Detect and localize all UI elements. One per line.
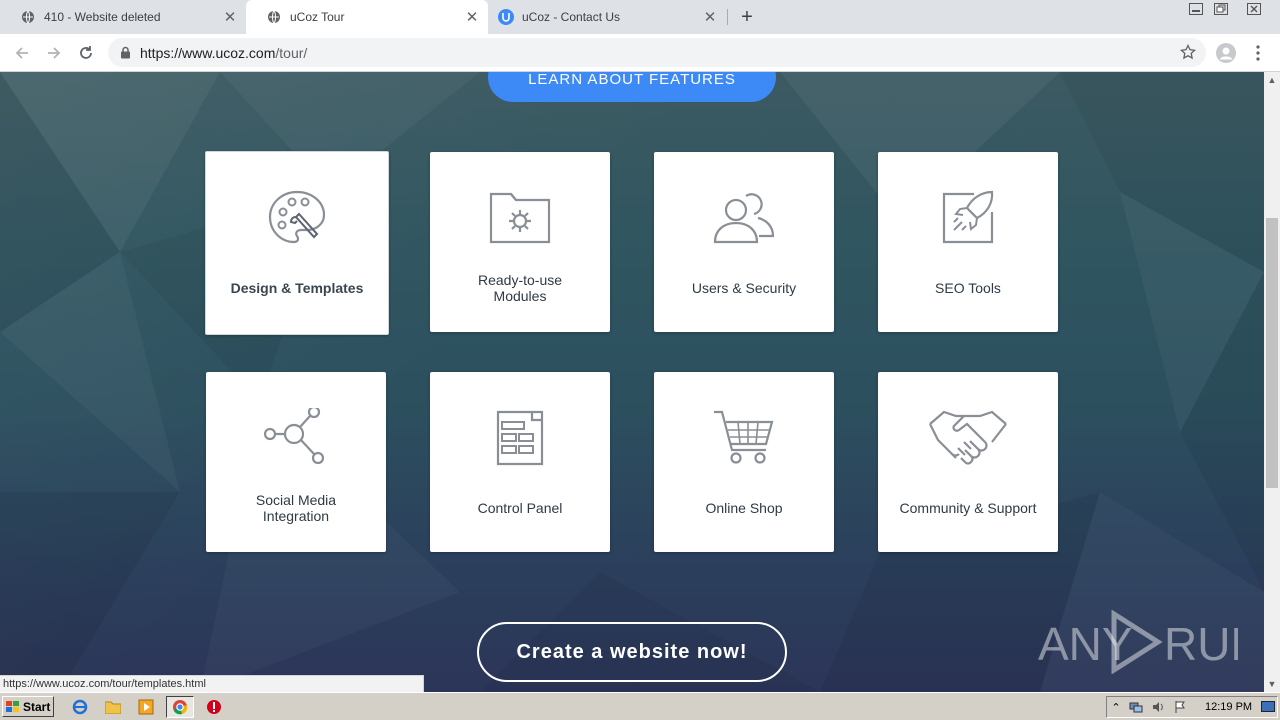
action-center-flag-icon[interactable] [1173,700,1187,714]
globe-icon [266,9,282,25]
globe-icon [20,9,36,25]
tab-ucoz-contact[interactable]: uCoz - Contact Us ✕ [488,0,726,34]
watermark-run: RUN [1164,618,1238,670]
show-desktop-icon[interactable] [1261,700,1275,714]
tab-title: uCoz Tour [290,10,345,24]
vertical-scrollbar[interactable]: ▲ ▼ [1264,72,1280,692]
tab-website-deleted[interactable]: 410 - Website deleted ✕ [0,0,246,34]
feature-card-modules[interactable]: Ready-to-use Modules [430,152,610,332]
feature-label: Control Panel [477,500,563,516]
feature-card-design-templates[interactable]: Design & Templates [205,151,389,335]
feature-label: SEO Tools [935,280,1001,296]
url-text: https://www.ucoz.com/tour/ [140,45,307,61]
stop-icon[interactable] [205,698,223,716]
back-arrow-icon[interactable] [10,41,34,65]
scroll-up-icon[interactable]: ▲ [1264,72,1280,88]
network-icon[interactable] [1129,700,1143,714]
feature-label: Design & Templates [230,280,364,296]
feature-label: Ready-to-use Modules [477,272,563,304]
scrollbar-thumb[interactable] [1266,218,1278,488]
profile-avatar-icon[interactable] [1214,41,1238,65]
reload-icon[interactable] [74,41,98,65]
chrome-taskbar-icon[interactable] [166,696,194,718]
learn-about-features-button[interactable]: LEARN ABOUT FEATURES [488,72,776,102]
low-poly-background [0,72,1264,692]
start-button[interactable]: Start [2,696,54,717]
users-icon [713,193,775,244]
media-player-icon[interactable] [137,698,155,716]
control-panel-icon [496,410,544,466]
minimize-icon[interactable] [1184,0,1208,18]
ie-icon[interactable] [71,698,89,716]
forward-arrow-icon[interactable] [42,41,66,65]
anyrun-watermark-logo: ANY RUN [1038,610,1238,674]
watermark-any: ANY [1038,618,1133,670]
feature-label: Community & Support [899,500,1037,516]
feature-label: Social Media Integration [255,492,337,524]
new-tab-button[interactable]: + [736,6,758,28]
tab-close-icon[interactable]: ✕ [702,9,718,26]
feature-card-social-media[interactable]: Social Media Integration [206,372,386,552]
browser-toolbar: https://www.ucoz.com/tour/ [0,34,1280,72]
lock-icon [120,46,134,60]
palette-icon [268,190,326,244]
url-path: /tour/ [275,44,308,61]
address-bar[interactable]: https://www.ucoz.com/tour/ [108,38,1206,67]
windows-flag-icon [6,700,19,712]
menu-dots-icon[interactable] [1246,41,1270,65]
tab-ucoz-tour[interactable]: uCoz Tour ✕ [246,0,488,34]
tab-strip: 410 - Website deleted ✕ uCoz Tour ✕ uCoz… [0,0,1280,34]
volume-icon[interactable] [1151,700,1165,714]
clock: 12:19 PM [1205,701,1253,713]
page-viewport: LEARN ABOUT FEATURES Design & Templates … [0,72,1264,692]
start-label: Start [23,699,51,714]
feature-card-control-panel[interactable]: Control Panel [430,372,610,552]
cart-icon [714,410,774,464]
windows-taskbar: Start ⌃ 12:19 PM [0,692,1280,720]
scroll-down-icon[interactable]: ▼ [1264,676,1280,692]
bookmark-star-icon[interactable] [1178,42,1198,62]
tab-separator [727,9,728,25]
window-close-icon[interactable] [1242,0,1266,18]
feature-label: Online Shop [705,500,783,516]
restore-icon[interactable] [1209,0,1233,18]
tab-close-icon[interactable]: ✕ [222,9,238,26]
tab-title: uCoz - Contact Us [522,10,621,24]
tab-title: 410 - Website deleted [44,10,161,24]
handshake-icon [929,410,1007,465]
feature-card-community-support[interactable]: Community & Support [878,372,1058,552]
url-host: https://www.ucoz.com [140,44,276,61]
folder-icon[interactable] [104,698,122,716]
rocket-icon [942,190,994,244]
ucoz-favicon-icon [498,9,514,25]
feature-label: Users & Security [691,280,797,296]
feature-card-seo-tools[interactable]: SEO Tools [878,152,1058,332]
folder-gear-icon [489,192,551,244]
create-website-button[interactable]: Create a website now! [477,622,787,682]
share-nodes-icon [264,408,325,465]
tab-close-icon[interactable]: ✕ [464,9,480,26]
tray-expand-icon[interactable]: ⌃ [1109,700,1123,714]
link-status-bar: https://www.ucoz.com/tour/templates.html [0,675,424,692]
feature-card-online-shop[interactable]: Online Shop [654,372,834,552]
feature-card-users-security[interactable]: Users & Security [654,152,834,332]
system-tray: ⌃ 12:19 PM [1106,696,1278,718]
